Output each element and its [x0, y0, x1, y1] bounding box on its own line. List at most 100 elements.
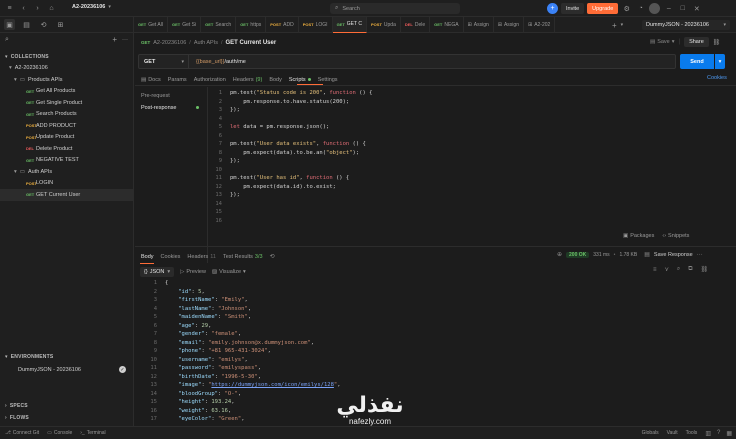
menu-icon[interactable]: ≡: [4, 3, 15, 14]
collection-item[interactable]: ▾ A2-20236106: [0, 63, 133, 75]
format-select[interactable]: {} JSON ▾: [140, 266, 175, 277]
sidebar-request-item[interactable]: POST LOGIN: [0, 178, 133, 190]
globals-button[interactable]: Globals: [642, 430, 659, 436]
request-tab[interactable]: ⊞ Assign: [464, 16, 494, 33]
upgrade-button[interactable]: Upgrade: [587, 3, 619, 14]
maximize-icon[interactable]: □: [677, 3, 688, 14]
request-tab[interactable]: GET Get Si: [168, 16, 202, 33]
console-button[interactable]: ▭ Console: [47, 430, 72, 436]
collections-icon[interactable]: ▣: [4, 19, 15, 30]
environments-icon[interactable]: ▤: [21, 19, 32, 30]
response-body[interactable]: 1{2 "id": 5, 3 "firstName": "Emily", 4 "la…: [141, 279, 731, 425]
back-icon[interactable]: ‹: [18, 3, 29, 14]
tab-response-headers[interactable]: Headers 11: [187, 254, 216, 260]
visualize-button[interactable]: ▨ Visualize ▾: [212, 269, 246, 275]
link-icon[interactable]: ⛓: [701, 266, 709, 273]
sidebar-request-item[interactable]: GET GET Current User: [0, 189, 133, 201]
sidebar-request-item[interactable]: GET NEGATIVE TEST: [0, 155, 133, 167]
breadcrumb-folder[interactable]: Auth APIs: [194, 40, 218, 46]
close-icon[interactable]: ✕: [691, 3, 702, 14]
flows-header[interactable]: › FLOWS: [0, 412, 29, 424]
search-icon[interactable]: ⌕: [677, 266, 680, 273]
save-icon[interactable]: ▤: [644, 251, 650, 258]
terminal-button[interactable]: ›_ Terminal: [80, 430, 105, 436]
snippets-button[interactable]: ‹› Snippets: [662, 233, 689, 239]
sidebar-request-item[interactable]: GET Search Products: [0, 109, 133, 121]
sidebar-request-item[interactable]: POST ADD PRODUCT: [0, 120, 133, 132]
more-icon[interactable]: ···: [697, 252, 703, 258]
preview-button[interactable]: ▷ Preview: [180, 269, 206, 275]
panel-icon[interactable]: ▦: [726, 430, 732, 437]
copy-icon[interactable]: ⧉: [688, 266, 692, 273]
request-tab[interactable]: GET GET C: [332, 16, 367, 33]
tab-headers[interactable]: Headers (9): [233, 77, 263, 83]
packages-button[interactable]: ▣ Packages: [623, 233, 654, 239]
request-tab[interactable]: POST LOGI: [299, 16, 333, 33]
request-tab[interactable]: GET Search: [201, 16, 237, 33]
forward-icon[interactable]: ›: [32, 3, 43, 14]
tab-authorization[interactable]: Authorization: [194, 77, 226, 83]
bell-icon[interactable]: ◔: [635, 3, 646, 14]
history-icon[interactable]: ⟲: [270, 253, 275, 260]
wrap-icon[interactable]: ≡: [653, 267, 657, 273]
invite-button[interactable]: Invite: [561, 3, 585, 14]
tab-overflow-icon[interactable]: ▾: [621, 22, 624, 28]
request-tab[interactable]: POST Upda: [367, 16, 401, 33]
request-tab[interactable]: ⊞ Assign: [494, 16, 524, 33]
cookies-link[interactable]: Cookies: [707, 75, 727, 81]
vault-button[interactable]: Vault: [667, 430, 678, 436]
sidebar-request-item[interactable]: GET Get Single Product: [0, 97, 133, 109]
specs-header[interactable]: › SPECS: [0, 400, 28, 412]
tab-scripts[interactable]: Scripts: [289, 77, 311, 83]
pre-request-tab[interactable]: Pre-request: [141, 91, 199, 102]
sidebar-request-item[interactable]: POST Update Product: [0, 132, 133, 144]
help-icon[interactable]: ?: [717, 430, 720, 436]
link-icon[interactable]: ⛓: [713, 39, 721, 46]
folder-auth[interactable]: ▾ ▭ Auth APIs: [0, 166, 133, 178]
environment-select[interactable]: DummyJSON - 20236106 ▾: [642, 20, 730, 30]
request-tab[interactable]: GET https: [236, 16, 267, 33]
filter-icon[interactable]: ⌕: [5, 36, 9, 44]
save-response-button[interactable]: Save Response: [654, 252, 693, 258]
tab-response-cookies[interactable]: Cookies: [161, 254, 181, 260]
method-select[interactable]: GET ▾: [139, 55, 189, 68]
sidebar-request-item[interactable]: GET Get All Products: [0, 86, 133, 98]
save-button[interactable]: ▤ Save ▾: [650, 39, 675, 45]
collections-header[interactable]: ▾ COLLECTIONS: [0, 51, 133, 63]
layout-icon[interactable]: ▥: [705, 430, 711, 437]
new-tab-icon[interactable]: +: [612, 21, 617, 30]
environments-header[interactable]: ▾ ENVIRONMENTS: [0, 351, 53, 363]
post-response-tab[interactable]: Post-response: [141, 102, 199, 113]
tools-button[interactable]: Tools: [686, 430, 698, 436]
send-options-icon[interactable]: ▾: [715, 54, 725, 69]
globe-icon[interactable]: ⊕: [557, 251, 562, 258]
request-tab[interactable]: ⊞ A2-202: [524, 16, 556, 33]
user-plus-icon[interactable]: +: [547, 3, 558, 14]
avatar[interactable]: [649, 3, 661, 14]
apps-icon[interactable]: ⊞: [55, 19, 66, 30]
history-icon[interactable]: ⟲: [38, 19, 49, 30]
sidebar-request-item[interactable]: DEL Delete Product: [0, 143, 133, 155]
request-tab[interactable]: DEL Dele: [401, 16, 431, 33]
tab-params[interactable]: Params: [168, 77, 187, 83]
workspace-switcher[interactable]: A2-20236106 ▾: [72, 4, 111, 10]
request-tab[interactable]: GET NEGA: [430, 16, 464, 33]
tab-docs[interactable]: ▤ Docs: [141, 77, 161, 83]
more-icon[interactable]: ···: [122, 37, 128, 43]
url-input[interactable]: {{base_url}} /auth/me: [189, 59, 246, 65]
settings-icon[interactable]: ⚙: [621, 3, 632, 14]
add-icon[interactable]: +: [112, 35, 117, 44]
global-search[interactable]: ⌕ Search: [330, 3, 460, 14]
tab-response-body[interactable]: Body: [141, 254, 154, 260]
request-tab[interactable]: POST ADD: [266, 16, 299, 33]
breadcrumb-collection[interactable]: A2-20236106: [153, 40, 186, 46]
tab-settings[interactable]: Settings: [318, 77, 338, 83]
home-icon[interactable]: ⌂: [46, 3, 57, 14]
connect-git-button[interactable]: ⎇ Connect Git: [5, 430, 39, 436]
tab-body[interactable]: Body: [269, 77, 282, 83]
share-button[interactable]: Share: [684, 37, 709, 47]
tab-test-results[interactable]: Test Results 3/3: [223, 254, 263, 260]
request-tab[interactable]: GET Get All: [134, 16, 168, 33]
environment-item[interactable]: DummyJSON - 20236106 ✓: [0, 364, 134, 376]
minimize-icon[interactable]: –: [663, 3, 674, 14]
